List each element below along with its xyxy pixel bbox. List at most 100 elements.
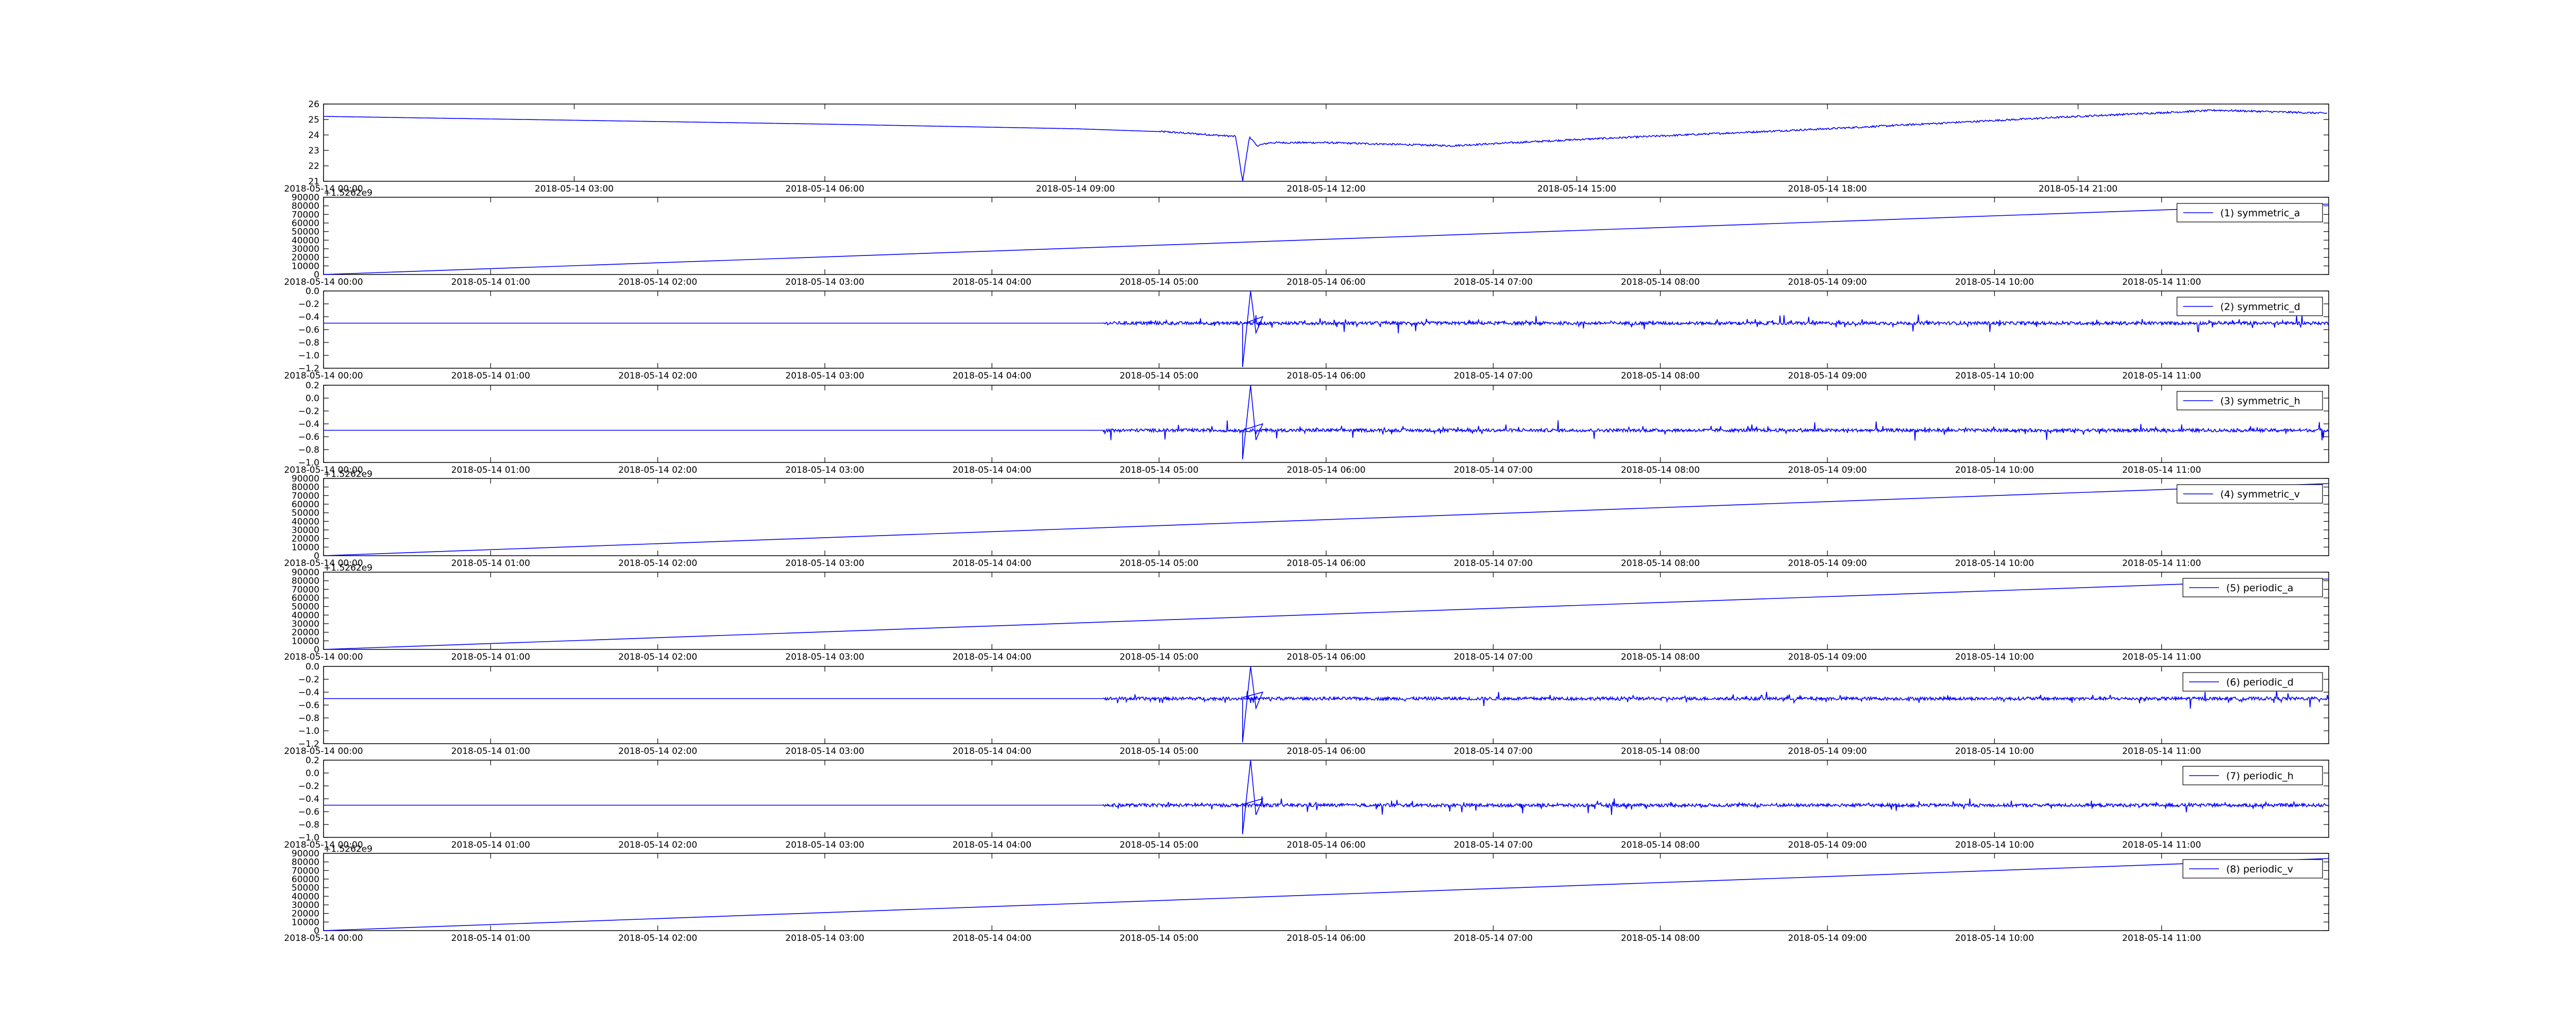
x-tick-label: 2018-05-14 06:00	[1286, 277, 1365, 287]
x-tick-label: 2018-05-14 06:00	[1286, 652, 1365, 662]
subplot-2: 0100002000030000400005000060000700008000…	[284, 188, 2329, 287]
x-tick-label: 2018-05-14 03:00	[785, 558, 864, 569]
x-tick-label: 2018-05-14 04:00	[953, 371, 1031, 381]
legend-label: (3) symmetric_h	[2221, 396, 2300, 407]
x-tick-label: 2018-05-14 08:00	[1621, 933, 1700, 943]
legend-label: (8) periodic_v	[2226, 864, 2293, 875]
x-tick-label: 2018-05-14 05:00	[1120, 840, 1198, 850]
subplot-6: 0100002000030000400005000060000700008000…	[284, 563, 2329, 662]
x-tick-label: 2018-05-14 12:00	[1286, 184, 1365, 194]
y-tick-label: −0.2	[298, 675, 319, 685]
x-tick-label: 2018-05-14 04:00	[953, 840, 1031, 850]
y-tick-label: 90000	[292, 193, 319, 203]
x-tick-label: 2018-05-14 04:00	[953, 558, 1031, 569]
subplot-3: −1.2−1.0−0.8−0.6−0.4−0.20.02018-05-14 00…	[284, 286, 2329, 381]
x-tick-label: 2018-05-14 02:00	[618, 558, 697, 569]
y-tick-label: −0.2	[298, 406, 319, 417]
x-tick-label: 2018-05-14 11:00	[2122, 371, 2201, 381]
y-tick-label: −0.8	[298, 338, 319, 348]
x-tick-label: 2018-05-14 03:00	[785, 933, 864, 943]
x-tick-label: 2018-05-14 11:00	[2122, 746, 2201, 757]
x-tick-label: 2018-05-14 03:00	[785, 371, 864, 381]
x-tick-label: 2018-05-14 07:00	[1454, 933, 1533, 943]
x-tick-label: 2018-05-14 08:00	[1621, 840, 1700, 850]
x-tick-label: 2018-05-14 06:00	[1286, 746, 1365, 757]
x-tick-label: 2018-05-14 04:00	[953, 652, 1031, 662]
y-tick-label: −0.6	[298, 700, 319, 711]
x-tick-label: 2018-05-14 00:00	[284, 933, 363, 943]
axes-frame	[323, 385, 2329, 463]
x-tick-label: 2018-05-14 06:00	[1286, 558, 1365, 569]
x-tick-label: 2018-05-14 06:00	[1286, 371, 1365, 381]
x-tick-label: 2018-05-14 04:00	[953, 277, 1031, 287]
x-tick-label: 2018-05-14 09:00	[1788, 371, 1867, 381]
y-tick-label: 0.0	[306, 393, 319, 404]
y-tick-label: −0.4	[298, 794, 319, 804]
x-tick-label: 2018-05-14 10:00	[1955, 840, 2034, 850]
x-tick-label: 2018-05-14 10:00	[1955, 371, 2034, 381]
x-tick-label: 2018-05-14 07:00	[1454, 558, 1533, 569]
x-tick-label: 2018-05-14 01:00	[451, 465, 530, 475]
legend-label: (2) symmetric_d	[2221, 301, 2300, 313]
y-tick-label: −0.8	[298, 445, 319, 455]
subplot-5: 0100002000030000400005000060000700008000…	[284, 469, 2329, 569]
y-tick-label: −0.2	[298, 781, 319, 792]
y-tick-label: 23	[308, 146, 319, 156]
x-tick-label: 2018-05-14 09:00	[1788, 465, 1867, 475]
y-tick-label: 0.0	[306, 662, 319, 672]
figure: 2122232425262018-05-14 00:00 2018-05-14 0…	[284, 99, 2329, 943]
x-tick-label: 2018-05-14 07:00	[1454, 277, 1533, 287]
x-tick-label: 2018-05-14 05:00	[1120, 652, 1198, 662]
x-tick-label: 2018-05-14 10:00	[1955, 652, 2034, 662]
subplot-9: 0100002000030000400005000060000700008000…	[284, 844, 2329, 943]
x-tick-label: 2018-05-14 10:00	[1955, 558, 2034, 569]
y-tick-label: −0.4	[298, 419, 319, 430]
x-tick-label: 2018-05-14 04:00	[953, 933, 1031, 943]
x-tick-label: 2018-05-14 06:00	[1286, 465, 1365, 475]
x-tick-label: 2018-05-14 07:00	[1454, 746, 1533, 757]
x-tick-label: 2018-05-14 01:00	[451, 371, 530, 381]
y-tick-label: −1.0	[298, 726, 319, 736]
subplot-7: −1.2−1.0−0.8−0.6−0.4−0.20.02018-05-14 00…	[284, 662, 2329, 757]
x-tick-label: 2018-05-14 09:00	[1788, 933, 1867, 943]
x-tick-label: 2018-05-14 02:00	[618, 277, 697, 287]
y-tick-label: −1.0	[298, 351, 319, 361]
y-tick-label: 26	[308, 99, 319, 110]
offset-label: +1.5262e9	[324, 563, 372, 573]
x-tick-label: 2018-05-14 10:00	[1955, 746, 2034, 757]
x-tick-label: 2018-05-14 10:00	[1955, 933, 2034, 943]
axes-frame	[323, 478, 2329, 556]
x-tick-label: 2018-05-14 11:00	[2122, 840, 2201, 850]
axes-frame	[323, 853, 2329, 931]
x-tick-label: 2018-05-14 15:00	[1537, 184, 1616, 194]
x-tick-label: 2018-05-14 02:00	[618, 933, 697, 943]
axes-frame	[323, 760, 2329, 838]
x-tick-label: 2018-05-14 11:00	[2122, 933, 2201, 943]
y-tick-label: 22	[308, 161, 319, 171]
x-tick-label: 2018-05-14 05:00	[1120, 465, 1198, 475]
offset-label: +1.5262e9	[324, 188, 372, 198]
x-tick-label: 2018-05-14 03:00	[785, 465, 864, 475]
x-tick-label: 2018-05-14 02:00	[618, 840, 697, 850]
x-tick-label: 2018-05-14 06:00	[785, 184, 864, 194]
y-tick-label: 90000	[292, 568, 319, 578]
x-tick-label: 2018-05-14 02:00	[618, 652, 697, 662]
x-tick-label: 2018-05-14 01:00	[451, 558, 530, 569]
x-tick-label: 2018-05-14 00:00	[284, 371, 363, 381]
x-tick-label: 2018-05-14 09:00	[1788, 652, 1867, 662]
offset-label: +1.5262e9	[324, 469, 372, 479]
x-tick-label: 2018-05-14 05:00	[1120, 558, 1198, 569]
x-tick-label: 2018-05-14 09:00	[1788, 840, 1867, 850]
x-tick-label: 2018-05-14 02:00	[618, 465, 697, 475]
axes-frame	[323, 572, 2329, 650]
x-tick-label: 2018-05-14 03:00	[785, 277, 864, 287]
x-tick-label: 2018-05-14 01:00	[451, 652, 530, 662]
subplot-4: −1.0−0.8−0.6−0.4−0.20.00.22018-05-14 00:…	[284, 381, 2329, 475]
x-tick-label: 2018-05-14 05:00	[1120, 933, 1198, 943]
x-tick-label: 2018-05-14 01:00	[451, 933, 530, 943]
x-tick-label: 2018-05-14 05:00	[1120, 371, 1198, 381]
legend-label: (4) symmetric_v	[2221, 489, 2300, 500]
y-tick-label: 25	[308, 115, 319, 125]
y-tick-label: −0.2	[298, 299, 319, 310]
x-tick-label: 2018-05-14 00:00	[284, 746, 363, 757]
